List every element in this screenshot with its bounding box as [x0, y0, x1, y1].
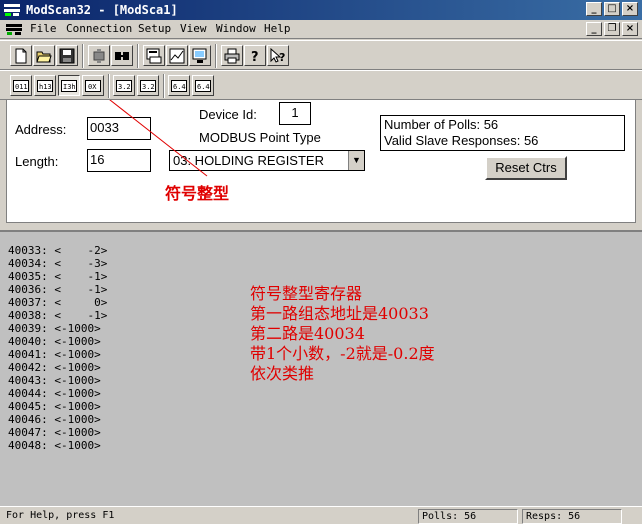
register-row: 40048: <-1000> — [8, 439, 101, 452]
binary-format-button[interactable]: 011 — [10, 75, 32, 96]
menu-setup[interactable]: Setup — [138, 22, 171, 35]
float32-format-button[interactable]: 3.2 — [113, 75, 135, 96]
annotation-signed-int: 符号整型 — [165, 184, 230, 203]
svg-text:3.2: 3.2 — [142, 83, 155, 91]
print-icon[interactable] — [221, 45, 243, 66]
minimize-button[interactable]: _ — [586, 2, 602, 16]
svg-text:6.4: 6.4 — [197, 83, 210, 91]
register-row: 40035: < -1> — [8, 270, 108, 283]
display-options-icon[interactable] — [143, 45, 165, 66]
app-icon — [4, 4, 20, 16]
menu-help[interactable]: Help — [264, 22, 291, 35]
double-format-button[interactable]: 6.4 — [168, 75, 190, 96]
annotation-line: 第二路是40034 — [250, 324, 365, 343]
menu-bar: File Connection Setup View Window Help _… — [0, 20, 642, 39]
register-row: 40033: < -2> — [8, 244, 108, 257]
menu-view[interactable]: View — [180, 22, 207, 35]
help-status-text: For Help, press F1 — [6, 510, 115, 521]
menu-connection[interactable]: Connection — [66, 22, 132, 35]
disconnect-icon[interactable] — [111, 45, 133, 66]
config-panel: Address: 0033 Length: 16 Device Id: 1 MO… — [6, 99, 636, 223]
register-panel: 40033: < -2> 40034: < -3> 40035: < -1> 4003… — [0, 230, 642, 506]
svg-text:h13: h13 — [39, 83, 52, 91]
register-row: 40042: <-1000> — [8, 361, 101, 374]
title-bar[interactable]: ModScan32 - [ModSca1] _ □ × — [0, 0, 642, 20]
main-toolbar: ? ? — [0, 40, 642, 70]
annotation-line: 带1个小数，-2就是-0.2度 — [250, 344, 435, 363]
monitor-icon[interactable] — [189, 45, 211, 66]
mdi-restore-button[interactable]: ❐ — [604, 22, 620, 36]
register-row: 40036: < -1> — [8, 283, 108, 296]
annotation-arrow — [109, 100, 208, 177]
chart-icon[interactable] — [166, 45, 188, 66]
svg-text:011: 011 — [15, 83, 28, 91]
polls-status: Polls: 56 — [418, 509, 518, 524]
status-bar: For Help, press F1 Polls: 56 Resps: 56 — [0, 506, 642, 524]
about-icon[interactable]: ? — [244, 45, 266, 66]
window-title: ModScan32 - [ModSca1] — [26, 3, 178, 17]
mdi-minimize-button[interactable]: _ — [586, 22, 602, 36]
register-row: 40045: <-1000> — [8, 400, 101, 413]
double-swapped-format-button[interactable]: 6.4 — [192, 75, 214, 96]
connect-icon[interactable] — [88, 45, 110, 66]
svg-text:?: ? — [279, 51, 285, 64]
register-row: 40039: <-1000> — [8, 322, 101, 335]
format-toolbar: 011 h13 I3h 0X 3.2 3.2 6.4 6.4 — [0, 70, 642, 100]
annotation-line: 符号整型寄存器 — [250, 284, 363, 303]
resps-status: Resps: 56 — [522, 509, 622, 524]
svg-text:0X: 0X — [88, 83, 97, 91]
svg-text:?: ? — [251, 50, 259, 64]
register-row: 40038: < -1> — [8, 309, 108, 322]
register-row: 40034: < -3> — [8, 257, 108, 270]
mdi-close-button[interactable]: × — [622, 22, 638, 36]
maximize-button[interactable]: □ — [604, 2, 620, 16]
register-row: 40047: <-1000> — [8, 426, 101, 439]
close-button[interactable]: × — [622, 2, 638, 16]
hex-format-button[interactable]: h13 — [34, 75, 56, 96]
register-row: 40043: <-1000> — [8, 374, 101, 387]
save-icon[interactable] — [56, 45, 78, 66]
svg-text:3.2: 3.2 — [118, 83, 131, 91]
menu-window[interactable]: Window — [216, 22, 256, 35]
float32-swapped-format-button[interactable]: 3.2 — [137, 75, 159, 96]
context-help-icon[interactable]: ? — [267, 45, 289, 66]
register-row: 40041: <-1000> — [8, 348, 101, 361]
menu-file[interactable]: File — [30, 22, 57, 35]
svg-text:I3h: I3h — [63, 83, 76, 91]
annotation-line: 第一路组态地址是40033 — [250, 304, 429, 323]
register-row: 40037: < 0> — [8, 296, 108, 309]
new-file-icon[interactable] — [10, 45, 32, 66]
open-folder-icon[interactable] — [33, 45, 55, 66]
annotation-block: 符号整型寄存器 第一路组态地址是40033 第二路是40034 带1个小数，-2… — [250, 284, 435, 384]
register-row: 40046: <-1000> — [8, 413, 101, 426]
hex-display-button[interactable]: 0X — [82, 75, 104, 96]
document-icon[interactable] — [6, 24, 22, 36]
register-row: 40040: <-1000> — [8, 335, 101, 348]
annotation-line: 依次类推 — [250, 364, 315, 383]
register-row: 40044: <-1000> — [8, 387, 101, 400]
svg-text:6.4: 6.4 — [173, 83, 186, 91]
signed-integer-format-button[interactable]: I3h — [58, 75, 80, 96]
